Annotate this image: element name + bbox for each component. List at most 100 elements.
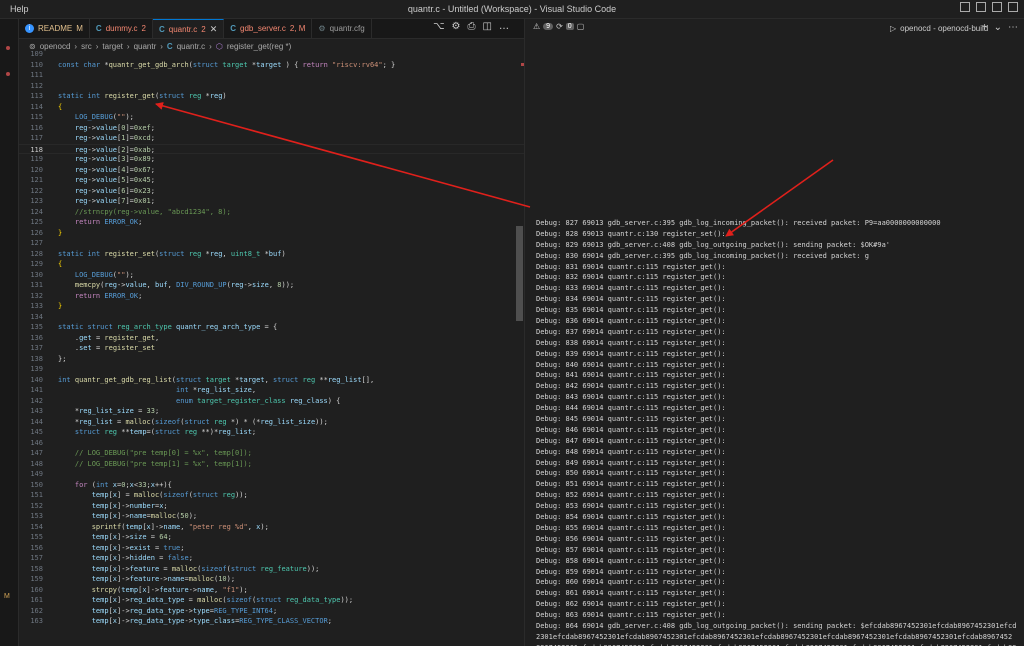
code-text: sprintf(temp[x]->name, "peter reg %d", x…: [91, 522, 269, 531]
terminal-line: Debug: 830 69014 gdb_server.c:395 gdb_lo…: [536, 251, 869, 260]
problems-indicator[interactable]: ⚠ 9 ⟳ 0 ▢: [533, 22, 584, 31]
new-terminal-button[interactable]: +: [982, 22, 988, 33]
code-text: .set = register_set: [58, 344, 155, 352]
code-line[interactable]: 124 //strncpy(reg->value, "abcd1234", 8)…: [19, 207, 524, 218]
code-line[interactable]: 144 *reg_list = malloc(sizeof(struct reg…: [19, 417, 524, 428]
code-line[interactable]: 155 temp[x]->size = 64;: [19, 532, 524, 543]
code-line[interactable]: 126}: [19, 228, 524, 239]
split-editor-icon[interactable]: ◫: [483, 21, 492, 32]
code-line[interactable]: 111: [19, 70, 524, 81]
code-line[interactable]: 118 reg->value[2]=0xab;: [19, 143, 524, 154]
problems-count: 9: [543, 23, 554, 30]
line-number: 120: [30, 165, 43, 174]
code-line[interactable]: 142 enum target_register_class reg_class…: [19, 396, 524, 407]
code-line[interactable]: 148 // LOG_DEBUG("pre temp[1] = %x", tem…: [19, 459, 524, 470]
code-line[interactable]: 112: [19, 81, 524, 92]
line-number: 146: [30, 438, 43, 447]
code-line[interactable]: 135 static struct reg_arch_type quantr_re…: [19, 322, 524, 333]
code-line[interactable]: 114 {: [19, 102, 524, 113]
code-line[interactable]: 133}: [19, 301, 524, 312]
code-line[interactable]: 115 LOG_DEBUG("");: [19, 112, 524, 123]
code-line[interactable]: 143 *reg_list_size = 33;: [19, 406, 524, 417]
code-line[interactable]: 149: [19, 469, 524, 480]
code-line[interactable]: 150 for (int x=0;x<33;x++){: [19, 480, 524, 491]
code-line[interactable]: 110 const char *quantr_get_gdb_arch(struc…: [19, 60, 524, 71]
code-line[interactable]: 162 temp[x]->reg_data_type->type=REG_TYP…: [19, 606, 524, 617]
code-text: reg->value[0]=0xef;: [74, 123, 155, 132]
code-line[interactable]: 156 temp[x]->exist = true;: [19, 543, 524, 554]
tab-quantr-cfg[interactable]: ⚙ quantr.cfg: [312, 19, 372, 38]
code-line[interactable]: 125 return ERROR_OK;: [19, 217, 524, 228]
code-line[interactable]: 121 reg->value[5]=0x45;: [19, 175, 524, 186]
code-line[interactable]: 132 return ERROR_OK;: [19, 291, 524, 302]
more-actions-icon[interactable]: …: [499, 21, 509, 32]
tab-quantr-c[interactable]: Cquantr.c 2 ✕: [153, 19, 225, 38]
toggle-sidebar-icon[interactable]: [960, 2, 970, 12]
tab-readme[interactable]: i README M: [19, 19, 90, 38]
code-line[interactable]: 139: [19, 364, 524, 375]
code-line[interactable]: 158 temp[x]->feature = malloc(sizeof(str…: [19, 564, 524, 575]
line-number: 137: [30, 344, 43, 352]
close-icon[interactable]: ✕: [210, 24, 218, 35]
code-line[interactable]: 137 .set = register_set: [19, 343, 524, 354]
print-icon[interactable]: ⎙: [468, 21, 476, 32]
terminal-line: Debug: 847 69014 quantr.c:115 register_g…: [536, 436, 726, 445]
tab-dummy-c[interactable]: Cdummy.c 2: [90, 19, 153, 38]
code-line[interactable]: 154 sprintf(temp[x]->name, "peter reg %d…: [19, 522, 524, 533]
code-line[interactable]: 163 temp[x]->reg_data_type->type_class=R…: [19, 616, 524, 627]
terminal-selector[interactable]: ▷ openocd - openocd-build: [890, 24, 988, 33]
code-line[interactable]: 145 struct reg **temp=(struct reg **)*re…: [19, 427, 524, 438]
code-line[interactable]: 147 // LOG_DEBUG("pre temp[0] = %x", tem…: [19, 448, 524, 459]
code-line[interactable]: 157 temp[x]->hidden = false;: [19, 553, 524, 564]
code-line[interactable]: 127: [19, 238, 524, 249]
code-line[interactable]: 136 .get = register_get,: [19, 333, 524, 344]
line-number: 125: [30, 218, 43, 226]
code-line[interactable]: 122 reg->value[6]=0x23;: [19, 186, 524, 197]
sync-icon: ⟳: [556, 22, 563, 31]
code-line[interactable]: 138};: [19, 354, 524, 365]
line-number: 124: [30, 207, 43, 216]
code-line[interactable]: 134: [19, 312, 524, 323]
code-line[interactable]: 131 memcpy(reg->value, buf, DIV_ROUND_UP…: [19, 280, 524, 291]
code-line[interactable]: 116 reg->value[0]=0xef;: [19, 123, 524, 134]
terminal-line: Debug: 831 69014 quantr.c:115 register_g…: [536, 262, 726, 271]
editor-scrollbar[interactable]: [516, 226, 523, 321]
code-line[interactable]: 130 LOG_DEBUG("");: [19, 270, 524, 281]
code-line[interactable]: 129 {: [19, 259, 524, 270]
code-line[interactable]: 140 int quantr_get_gdb_reg_list(struct ta…: [19, 375, 524, 386]
code-line[interactable]: 119 reg->value[3]=0x89;: [19, 154, 524, 165]
line-number: 155: [30, 533, 43, 541]
tab-gdb-server-c[interactable]: Cgdb_server.c 2, M: [224, 19, 313, 38]
split-divider[interactable]: [524, 19, 525, 646]
line-number: 109: [30, 50, 43, 58]
settings-gear-icon[interactable]: ⚙: [452, 21, 461, 32]
code-line[interactable]: 146: [19, 438, 524, 449]
code-line[interactable]: 151 temp[x] = malloc(sizeof(struct reg))…: [19, 490, 524, 501]
source-control-icon[interactable]: ⌥: [433, 21, 445, 32]
customize-layout-icon[interactable]: [1008, 2, 1018, 12]
code-line[interactable]: 152 temp[x]->number=x;: [19, 501, 524, 512]
code-line[interactable]: 109: [19, 49, 524, 60]
gear-icon: ⚙: [318, 24, 326, 33]
code-line[interactable]: 153 temp[x]->name=malloc(50);: [19, 511, 524, 522]
code-text: temp[x] = malloc(sizeof(struct reg));: [91, 491, 248, 499]
code-line[interactable]: 128 static int register_set(struct reg *r…: [19, 249, 524, 260]
terminal-line: Debug: 838 69014 quantr.c:115 register_g…: [536, 338, 726, 347]
code-line[interactable]: 113 static int register_get(struct reg *r…: [19, 91, 524, 102]
code-line[interactable]: 159 temp[x]->feature->name=malloc(10);: [19, 574, 524, 585]
toggle-panel-icon[interactable]: [976, 2, 986, 12]
code-line[interactable]: 120 reg->value[4]=0x67;: [19, 165, 524, 176]
code-line[interactable]: 160 strcpy(temp[x]->feature->name, "f1")…: [19, 585, 524, 596]
warning-icon: ⚠: [533, 22, 541, 31]
code-line[interactable]: 123 reg->value[7]=0x01;: [19, 196, 524, 207]
terminal-icon: ▢: [576, 22, 585, 31]
terminal-output[interactable]: Debug: 827 69013 gdb_server.c:395 gdb_lo…: [536, 218, 1024, 646]
toggle-secondary-sidebar-icon[interactable]: [992, 2, 1002, 12]
code-line[interactable]: 141 int *reg_list_size,: [19, 385, 524, 396]
more-actions-icon[interactable]: ⋯: [1008, 22, 1018, 33]
code-editor[interactable]: 109 110 const char *quantr_get_gdb_arch(st…: [19, 50, 524, 646]
code-line[interactable]: 117 reg->value[1]=0xcd;: [19, 133, 524, 144]
chevron-down-icon[interactable]: ⌄: [994, 22, 1002, 33]
code-line[interactable]: 161 temp[x]->reg_data_type = malloc(size…: [19, 595, 524, 606]
line-number: 147: [30, 449, 43, 457]
